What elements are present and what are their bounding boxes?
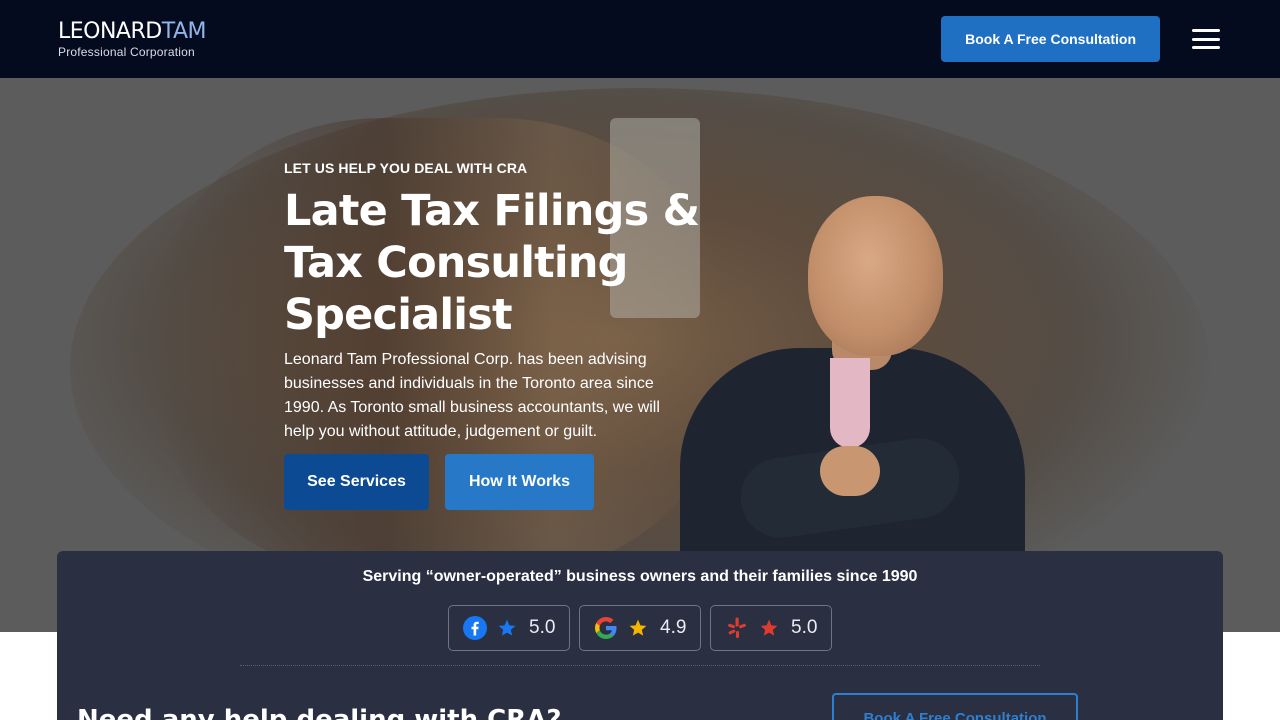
hero-title-line: Tax Consulting xyxy=(284,238,628,288)
facebook-rating: 5.0 xyxy=(529,617,556,638)
hamburger-menu-icon[interactable] xyxy=(1192,29,1220,49)
how-it-works-button[interactable]: How It Works xyxy=(445,454,594,510)
hero-content: LET US HELP YOU DEAL WITH CRA Late Tax F… xyxy=(284,160,704,510)
yelp-icon xyxy=(728,617,746,638)
portrait-head xyxy=(808,196,943,356)
logo-first-name: LEONARD xyxy=(58,18,162,44)
google-rating: 4.9 xyxy=(660,617,687,638)
hamburger-bar xyxy=(1192,37,1220,41)
hero-title-line: Late Tax Filings & xyxy=(284,186,700,236)
google-icon xyxy=(595,617,617,639)
hamburger-bar xyxy=(1192,46,1220,49)
header-actions: Book A Free Consultation xyxy=(941,16,1222,62)
logo-wordmark: LEONARDTAM xyxy=(58,18,207,44)
book-consultation-button[interactable]: Book A Free Consultation xyxy=(941,16,1160,62)
hero-eyebrow: LET US HELP YOU DEAL WITH CRA xyxy=(284,160,528,176)
portrait-shirt xyxy=(830,358,870,448)
hamburger-bar xyxy=(1192,29,1220,32)
star-icon xyxy=(629,619,647,636)
hero-title: Late Tax Filings & Tax Consulting Specia… xyxy=(284,185,704,341)
yelp-rating: 5.0 xyxy=(791,617,818,638)
yelp-rating-badge[interactable]: 5.0 xyxy=(710,605,832,651)
see-services-button[interactable]: See Services xyxy=(284,454,429,510)
logo-last-name: TAM xyxy=(161,18,207,44)
panel-divider xyxy=(240,665,1040,666)
site-header: LEONARDTAM Professional Corporation Book… xyxy=(0,0,1280,78)
review-badges: 5.0 4.9 5.0 xyxy=(448,605,832,651)
hero-title-line: Specialist xyxy=(284,290,513,340)
reviews-tagline: Serving “owner-operated” business owners… xyxy=(362,568,918,585)
portrait-hand xyxy=(820,446,880,496)
cta-book-consultation-button[interactable]: Book A Free Consultation xyxy=(832,693,1078,720)
google-rating-badge[interactable]: 4.9 xyxy=(579,605,701,651)
hero-section: LET US HELP YOU DEAL WITH CRA Late Tax F… xyxy=(0,78,1280,632)
hero-description: Leonard Tam Professional Corp. has been … xyxy=(284,351,660,440)
logo-subtitle: Professional Corporation xyxy=(58,44,195,59)
star-icon xyxy=(760,619,778,636)
facebook-rating-badge[interactable]: 5.0 xyxy=(448,605,570,651)
reviews-panel: Serving “owner-operated” business owners… xyxy=(57,551,1223,720)
hero-buttons: See Services How It Works xyxy=(284,454,704,510)
facebook-icon xyxy=(463,616,487,640)
star-icon xyxy=(498,619,516,636)
logo[interactable]: LEONARDTAM Professional Corporation xyxy=(58,18,207,59)
cta-heading: Need any help dealing with CRA? xyxy=(77,705,562,720)
